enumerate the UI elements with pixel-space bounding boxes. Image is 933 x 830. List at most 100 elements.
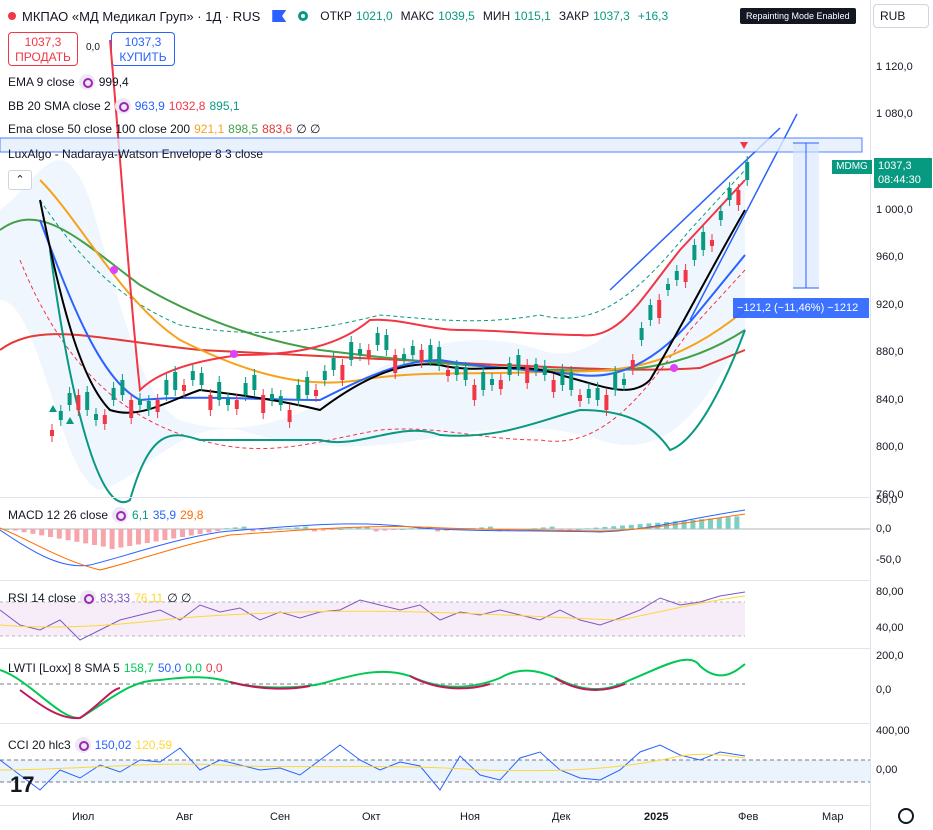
candle-body [683, 270, 688, 282]
macd-bar [276, 529, 282, 530]
macd-bar [162, 529, 168, 540]
candle-body [234, 400, 239, 409]
legend-value: 35,9 [152, 508, 177, 522]
candle-body [727, 188, 732, 200]
legend-value: 0,0 [185, 661, 202, 675]
candle-body [525, 365, 530, 383]
candle-body [648, 305, 653, 320]
time-axis-divider [0, 805, 870, 806]
candle-body [164, 380, 169, 395]
visibility-icon[interactable] [80, 590, 97, 606]
candle-body [692, 245, 697, 260]
candle-body [498, 380, 503, 389]
candle-body [622, 379, 626, 385]
visibility-icon[interactable] [114, 98, 131, 114]
macd-bar [338, 529, 344, 530]
candle-body [657, 300, 662, 318]
legend-luxalgo[interactable]: LuxAlgo - Nadaraya-Watson Envelope 8 3 c… [8, 147, 263, 161]
candle-body [314, 390, 318, 396]
legend-lwti[interactable]: LWTI [Loxx] 8 SMA 5 158,7 50,0 0,0 0,0 [8, 661, 223, 675]
legend-value: 158,7 [123, 661, 154, 675]
macd-bar [408, 528, 414, 530]
macd-bar [347, 528, 353, 530]
candle-body [199, 373, 204, 385]
cross-marker [110, 266, 118, 274]
pane-divider[interactable] [0, 580, 870, 581]
macd-bar [681, 520, 687, 529]
candle-body [419, 350, 424, 362]
candle-body [296, 385, 301, 400]
candle-body [366, 350, 371, 359]
legend-ema-triple[interactable]: Ema close 50 close 100 close 200 921,1 8… [8, 122, 320, 136]
macd-bar [206, 529, 212, 533]
candle-body [190, 371, 195, 380]
candle-body [393, 355, 398, 373]
time-tick: Сен [270, 811, 291, 823]
legend-value: 29,8 [180, 508, 204, 522]
collapse-legend-button[interactable]: ⌃ [8, 170, 32, 190]
legend-ema9[interactable]: EMA 9 close 999,4 [8, 74, 129, 90]
macd-bar [56, 529, 62, 539]
lwti-tick: 0,0 [876, 684, 892, 696]
macd-bar [144, 529, 150, 543]
candle-body [718, 211, 723, 220]
candle-body [287, 410, 292, 422]
time-tick: Фев [738, 811, 759, 823]
price-tick: 1 120,0 [876, 61, 913, 73]
candle-body [340, 365, 345, 380]
macd-bar [602, 526, 608, 529]
legend-rsi[interactable]: RSI 14 close 83,33 76,11 ∅ ∅ [8, 590, 191, 606]
visibility-icon[interactable] [74, 737, 91, 753]
macd-bar [294, 527, 300, 529]
macd-bar [400, 529, 405, 530]
macd-tick: 50,0 [876, 494, 898, 506]
legend-value: 120,59 [135, 738, 173, 752]
candle-body [217, 382, 222, 400]
candle-body [252, 375, 257, 390]
candle-body [613, 372, 618, 390]
pane-divider[interactable] [0, 648, 870, 649]
candle-body [278, 396, 283, 405]
legend-name: LuxAlgo - Nadaraya-Watson Envelope 8 3 c… [8, 147, 264, 161]
macd-bar [180, 529, 185, 537]
candle-body [173, 372, 178, 390]
candle-body [349, 342, 354, 360]
legend-value: 898,5 [228, 122, 259, 136]
legend-name: MACD 12 26 close [8, 508, 109, 522]
macd-bar [620, 525, 625, 529]
cci-band [0, 760, 870, 782]
macd-bar [118, 529, 124, 548]
last-price: 1037,3 [878, 160, 912, 172]
legend-bb[interactable]: BB 20 SMA close 2 963,9 1032,8 895,1 [8, 98, 240, 114]
macd-bar [373, 529, 379, 532]
candle-body [138, 399, 142, 405]
candle-body [111, 388, 116, 400]
price-axis-divider [870, 0, 871, 830]
macd-bar [716, 517, 722, 529]
candle-body [437, 347, 442, 365]
candle-body [595, 388, 600, 400]
currency-selector[interactable]: RUB [873, 4, 929, 28]
pane-divider[interactable] [0, 497, 870, 498]
legend-name: RSI 14 close [8, 591, 77, 605]
lwti-tick: 200,0 [876, 650, 904, 662]
candle-body [155, 400, 160, 412]
legend-cci[interactable]: CCI 20 hlc3 150,02 120,59 [8, 737, 172, 753]
legend-value: 83,33 [100, 591, 131, 605]
price-tick: 1 000,0 [876, 204, 913, 216]
candle-body [226, 399, 230, 405]
price-tick: 840,0 [876, 394, 904, 406]
macd-bar [92, 529, 97, 545]
visibility-icon[interactable] [78, 74, 95, 90]
macd-bar [21, 529, 27, 533]
candle-body [560, 370, 565, 385]
candle-body [569, 372, 574, 390]
pane-divider[interactable] [0, 723, 870, 724]
visibility-icon[interactable] [112, 507, 129, 523]
settings-gear-icon[interactable] [898, 808, 914, 824]
candle-body [745, 162, 750, 180]
macd-bar [488, 526, 493, 529]
tradingview-logo[interactable]: 17 [10, 772, 34, 798]
candle-body [76, 395, 81, 410]
legend-macd[interactable]: MACD 12 26 close 6,1 35,9 29,8 [8, 507, 203, 523]
